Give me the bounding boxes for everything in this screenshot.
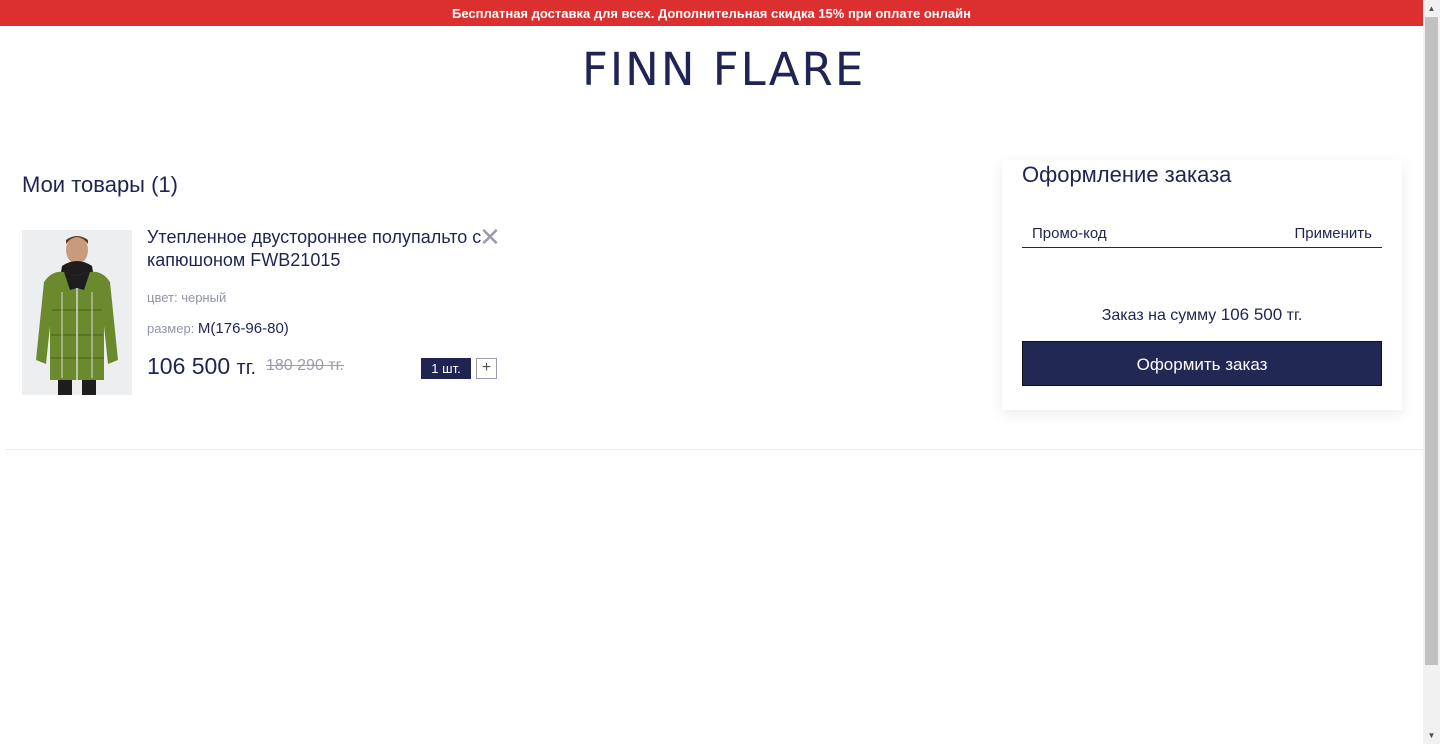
size-label: размер:: [147, 321, 195, 336]
brand-logo[interactable]: FINN FLARE: [582, 43, 866, 96]
order-summary-panel: Оформление заказа Применить Заказ на сум…: [1002, 160, 1402, 410]
scroll-up-icon[interactable]: ▲: [1423, 0, 1440, 17]
product-color: цвет: черный: [147, 290, 226, 305]
plus-icon[interactable]: +: [476, 358, 497, 379]
cart-title: Мои товары (1): [22, 172, 178, 197]
scroll-thumb[interactable]: [1425, 17, 1438, 665]
promo-banner: Бесплатная доставка для всех. Дополнител…: [0, 0, 1423, 26]
order-total-currency: тг.: [1286, 307, 1303, 324]
divider: [5, 449, 1423, 450]
promo-banner-text: Бесплатная доставка для всех. Дополнител…: [452, 6, 971, 21]
price-value: 106 500: [147, 353, 231, 379]
order-total-value: 106 500: [1220, 305, 1283, 324]
color-value: черный: [181, 290, 227, 305]
size-value: M(176-96-80): [197, 320, 289, 337]
close-icon[interactable]: ✕: [479, 224, 501, 250]
scroll-down-icon[interactable]: ▼: [1423, 727, 1440, 744]
promo-code-input[interactable]: [1032, 225, 1272, 242]
promo-code-field: Применить: [1022, 222, 1382, 248]
product-image[interactable]: [22, 230, 132, 395]
product-photo: [22, 230, 132, 395]
order-total-label: Заказ на сумму: [1101, 307, 1217, 324]
product-name[interactable]: Утепленное двустороннее полупальто с кап…: [147, 226, 482, 272]
apply-promo-button[interactable]: Применить: [1294, 225, 1372, 242]
logo-text: FINN FLARE: [582, 43, 866, 96]
scrollbar[interactable]: ▲ ▼: [1423, 0, 1440, 744]
product-size: размер: M(176-96-80): [147, 320, 289, 337]
product-old-price: 180 290 тг.: [266, 357, 344, 374]
color-label: цвет:: [147, 290, 178, 305]
product-price: 106 500 тг.: [147, 353, 256, 380]
order-total: Заказ на сумму 106 500 тг.: [1002, 305, 1402, 325]
price-currency: тг.: [236, 357, 257, 379]
quantity-display[interactable]: 1 шт.: [421, 358, 471, 379]
order-title: Оформление заказа: [1022, 162, 1232, 187]
checkout-button[interactable]: Оформить заказ: [1022, 341, 1382, 386]
